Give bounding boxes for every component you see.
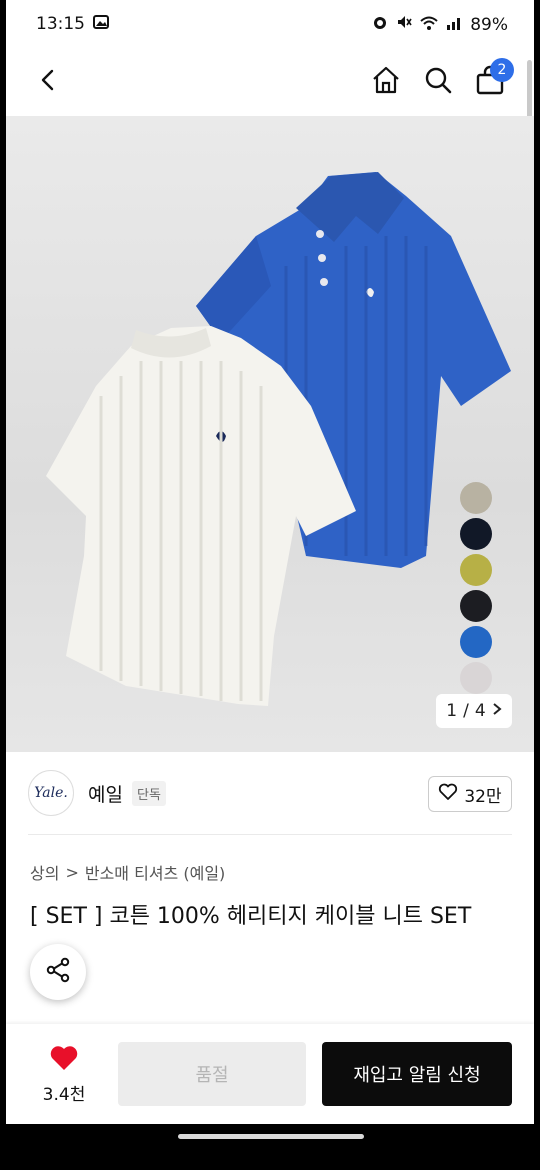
brand-name[interactable]: 예일 <box>88 780 123 807</box>
exclusive-badge: 단독 <box>132 781 166 806</box>
status-bar: 13:15 89% <box>6 0 534 52</box>
swatch-6[interactable] <box>460 662 492 694</box>
brand-logo-text: Yale. <box>34 785 68 801</box>
system-navigation-bar <box>0 1124 540 1170</box>
status-time: 13:15 <box>36 14 85 34</box>
mute-icon <box>396 14 412 35</box>
back-icon <box>36 68 60 96</box>
wish-button[interactable]: 3.4천 <box>28 1044 100 1105</box>
image-icon <box>93 15 109 33</box>
product-photo <box>46 172 511 706</box>
soldout-button: 품절 <box>118 1042 306 1106</box>
swatch-2[interactable] <box>460 518 492 550</box>
search-button[interactable] <box>416 60 460 104</box>
soldout-label: 품절 <box>195 1065 229 1086</box>
home-button[interactable] <box>364 60 408 104</box>
breadcrumb-separator: > <box>65 862 79 882</box>
signal-icon <box>446 15 462 35</box>
brand-row: Yale. 예일 단독 32만 <box>6 752 534 836</box>
breadcrumb-subcategory[interactable]: 반소매 티셔츠 (예일) <box>85 860 225 884</box>
brand-logo[interactable]: Yale. <box>28 770 74 816</box>
wish-count: 3.4천 <box>42 1085 86 1105</box>
pager-separator: / <box>463 701 469 721</box>
battery-text: 89% <box>470 14 508 35</box>
share-button[interactable] <box>30 944 86 1000</box>
search-icon <box>424 66 452 98</box>
swatch-3[interactable] <box>460 554 492 586</box>
swatch-5[interactable] <box>460 626 492 658</box>
like-count: 32만 <box>464 786 502 807</box>
heart-filled-icon <box>49 1046 79 1076</box>
like-button[interactable]: 32만 <box>428 776 512 812</box>
alarm-icon <box>372 14 388 35</box>
product-image-carousel[interactable]: 1 / 4 <box>6 116 534 752</box>
image-pager[interactable]: 1 / 4 <box>436 694 512 728</box>
restock-label: 재입고 알림 신청 <box>353 1065 481 1086</box>
bottom-action-bar: 3.4천 품절 재입고 알림 신청 <box>6 1024 534 1124</box>
breadcrumb-category[interactable]: 상의 <box>30 860 59 884</box>
app-screen: 13:15 89% 2 1 / 4 Yale. 예일 단독 32만 상의 > 반… <box>6 0 534 1170</box>
pager-total: 4 <box>474 701 486 721</box>
color-swatches <box>460 482 494 698</box>
breadcrumb: 상의 > 반소매 티셔츠 (예일) <box>30 860 225 884</box>
swatch-4[interactable] <box>460 590 492 622</box>
back-button[interactable] <box>26 60 70 104</box>
restock-alert-button[interactable]: 재입고 알림 신청 <box>322 1042 512 1106</box>
cart-button[interactable]: 2 <box>468 58 514 104</box>
share-icon <box>45 957 71 987</box>
home-indicator[interactable] <box>178 1134 364 1139</box>
home-icon <box>371 65 401 99</box>
swatch-1[interactable] <box>460 482 492 514</box>
top-navigation: 2 <box>6 52 534 116</box>
heart-outline-icon <box>438 783 458 806</box>
divider <box>28 834 512 835</box>
wifi-icon <box>420 15 438 35</box>
pager-current: 1 <box>446 701 458 721</box>
cart-count-badge: 2 <box>490 58 514 82</box>
chevron-right-icon <box>492 701 502 721</box>
product-title: [ SET ] 코튼 100% 헤리티지 케이블 니트 SET <box>30 904 472 929</box>
